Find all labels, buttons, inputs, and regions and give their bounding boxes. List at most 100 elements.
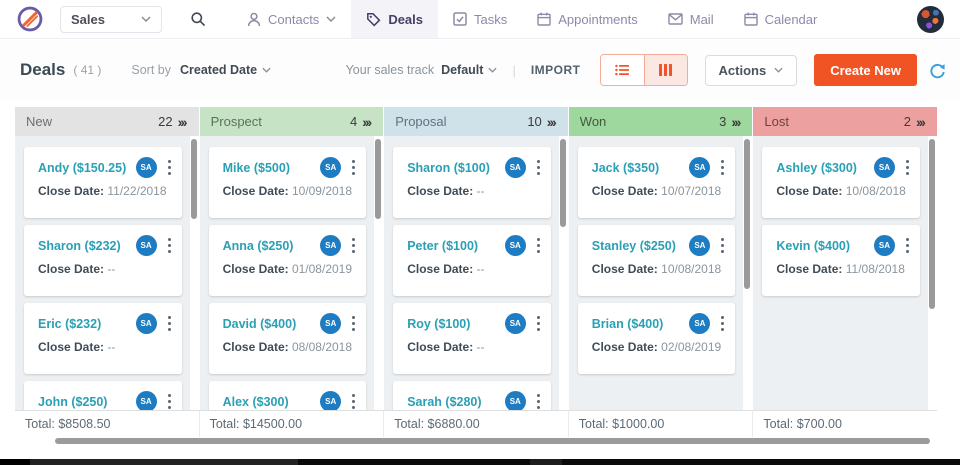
deal-card[interactable]: Sharon ($100)SAClose Date: -- (393, 147, 551, 218)
deal-card[interactable]: Mike ($500)SAClose Date: 10/09/2018 (209, 147, 367, 218)
card-menu-icon[interactable] (165, 157, 174, 178)
deal-card[interactable]: Stanley ($250)SAClose Date: 10/08/2018 (578, 225, 736, 296)
nav-item-tasks[interactable]: Tasks (438, 0, 522, 38)
deal-card[interactable]: Kevin ($400)SAClose Date: 11/08/2018 (762, 225, 920, 296)
owner-badge[interactable]: SA (320, 157, 341, 178)
deal-card[interactable]: Alex ($300)SA (209, 381, 367, 410)
close-date-value: 10/08/2018 (661, 262, 721, 276)
card-menu-icon[interactable] (349, 235, 358, 256)
card-menu-icon[interactable] (534, 391, 543, 410)
column-body: Jack ($350)SAClose Date: 10/07/2018Stanl… (569, 136, 753, 410)
column-header: Prospect4››› (200, 107, 384, 136)
expand-column-icon[interactable]: ››› (178, 114, 188, 130)
column-count: 3 (719, 114, 726, 129)
expand-column-icon[interactable]: ››› (362, 114, 372, 130)
owner-badge[interactable]: SA (505, 157, 526, 178)
sort-by-dropdown[interactable]: Created Date (180, 63, 271, 77)
import-button[interactable]: IMPORT (531, 63, 581, 77)
expand-column-icon[interactable]: ››› (731, 114, 741, 130)
owner-badge[interactable]: SA (320, 235, 341, 256)
nav-item-contacts[interactable]: Contacts (232, 0, 351, 38)
deals-toolbar: Deals ( 41 ) Sort by Created Date Your s… (0, 40, 960, 100)
expand-column-icon[interactable]: ››› (547, 114, 557, 130)
column-scrollbar-thumb[interactable] (744, 139, 750, 289)
owner-badge[interactable]: SA (136, 157, 157, 178)
column-scrollbar-thumb[interactable] (560, 139, 566, 227)
deal-card[interactable]: Jack ($350)SAClose Date: 10/07/2018 (578, 147, 736, 218)
column-scrollbar[interactable] (743, 136, 752, 410)
close-date-label: Close Date: (38, 262, 107, 276)
pipeline-column-won: Won3 ››› Jack ($350)SAClose Date: 10/07/20… (569, 107, 753, 410)
column-name: Won (580, 114, 719, 129)
close-date-label: Close Date: (592, 340, 661, 354)
kanban-view-button[interactable] (644, 55, 687, 85)
close-date-label: Close Date: (407, 340, 476, 354)
nav-item-calendar[interactable]: Calendar (729, 0, 833, 38)
card-menu-icon[interactable] (349, 391, 358, 410)
card-menu-icon[interactable] (718, 313, 727, 334)
close-date-label: Close Date: (223, 340, 292, 354)
column-scrollbar-thumb[interactable] (191, 139, 197, 219)
owner-badge[interactable]: SA (505, 391, 526, 410)
column-header: New22››› (15, 107, 199, 136)
card-menu-icon[interactable] (165, 235, 174, 256)
nav-item-appointments[interactable]: Appointments (522, 0, 653, 38)
list-view-button[interactable] (601, 55, 644, 85)
sales-track-dropdown[interactable]: Default (441, 63, 497, 77)
column-count: 4 (350, 114, 357, 129)
close-date-label: Close Date: (223, 262, 292, 276)
column-header: Lost2››› (753, 107, 937, 136)
create-new-button[interactable]: Create New (814, 54, 917, 86)
card-menu-icon[interactable] (534, 235, 543, 256)
column-scrollbar[interactable] (190, 136, 199, 410)
deal-card[interactable]: Peter ($100)SAClose Date: -- (393, 225, 551, 296)
search-icon[interactable] (190, 11, 206, 27)
deal-card[interactable]: John ($250)SA (24, 381, 182, 410)
refresh-icon[interactable] (929, 62, 946, 79)
user-avatar[interactable] (917, 6, 944, 33)
owner-badge[interactable]: SA (136, 313, 157, 334)
owner-badge[interactable]: SA (136, 235, 157, 256)
horizontal-scrollbar[interactable] (55, 438, 930, 444)
deal-card[interactable]: Sarah ($280)SA (393, 381, 551, 410)
deal-card[interactable]: Brian ($400)SAClose Date: 02/08/2019 (578, 303, 736, 374)
card-menu-icon[interactable] (165, 313, 174, 334)
column-scrollbar[interactable] (374, 136, 383, 410)
owner-badge[interactable]: SA (505, 235, 526, 256)
nav-item-mail[interactable]: Mail (653, 0, 729, 38)
column-scrollbar-thumb[interactable] (929, 139, 935, 309)
card-menu-icon[interactable] (534, 157, 543, 178)
column-scrollbar-thumb[interactable] (375, 139, 381, 219)
deal-card[interactable]: Sharon ($232)SAClose Date: -- (24, 225, 182, 296)
deal-card[interactable]: Ashley ($300)SAClose Date: 10/08/2018 (762, 147, 920, 218)
deal-card[interactable]: Anna ($250)SAClose Date: 01/08/2019 (209, 225, 367, 296)
owner-badge[interactable]: SA (874, 235, 895, 256)
workspace-selector[interactable]: Sales (60, 6, 162, 33)
deal-card[interactable]: Roy ($100)SAClose Date: -- (393, 303, 551, 374)
owner-badge[interactable]: SA (320, 391, 341, 410)
card-menu-icon[interactable] (165, 391, 174, 410)
owner-badge[interactable]: SA (689, 157, 710, 178)
expand-column-icon[interactable]: ››› (916, 114, 926, 130)
deal-card[interactable]: Andy ($150.25)SAClose Date: 11/22/2018 (24, 147, 182, 218)
card-menu-icon[interactable] (903, 235, 912, 256)
card-menu-icon[interactable] (718, 157, 727, 178)
owner-badge[interactable]: SA (320, 313, 341, 334)
card-menu-icon[interactable] (903, 157, 912, 178)
column-scrollbar[interactable] (559, 136, 568, 410)
deal-card[interactable]: David ($400)SAClose Date: 08/08/2018 (209, 303, 367, 374)
owner-badge[interactable]: SA (689, 235, 710, 256)
owner-badge[interactable]: SA (689, 313, 710, 334)
owner-badge[interactable]: SA (136, 391, 157, 410)
owner-badge[interactable]: SA (874, 157, 895, 178)
card-menu-icon[interactable] (349, 313, 358, 334)
card-menu-icon[interactable] (534, 313, 543, 334)
card-menu-icon[interactable] (349, 157, 358, 178)
card-menu-icon[interactable] (718, 235, 727, 256)
actions-button[interactable]: Actions (705, 55, 798, 86)
column-scrollbar[interactable] (928, 136, 937, 410)
deal-card[interactable]: Eric ($232)SAClose Date: -- (24, 303, 182, 374)
agile-crm-logo[interactable] (16, 5, 44, 33)
nav-item-deals[interactable]: Deals (351, 0, 438, 38)
owner-badge[interactable]: SA (505, 313, 526, 334)
